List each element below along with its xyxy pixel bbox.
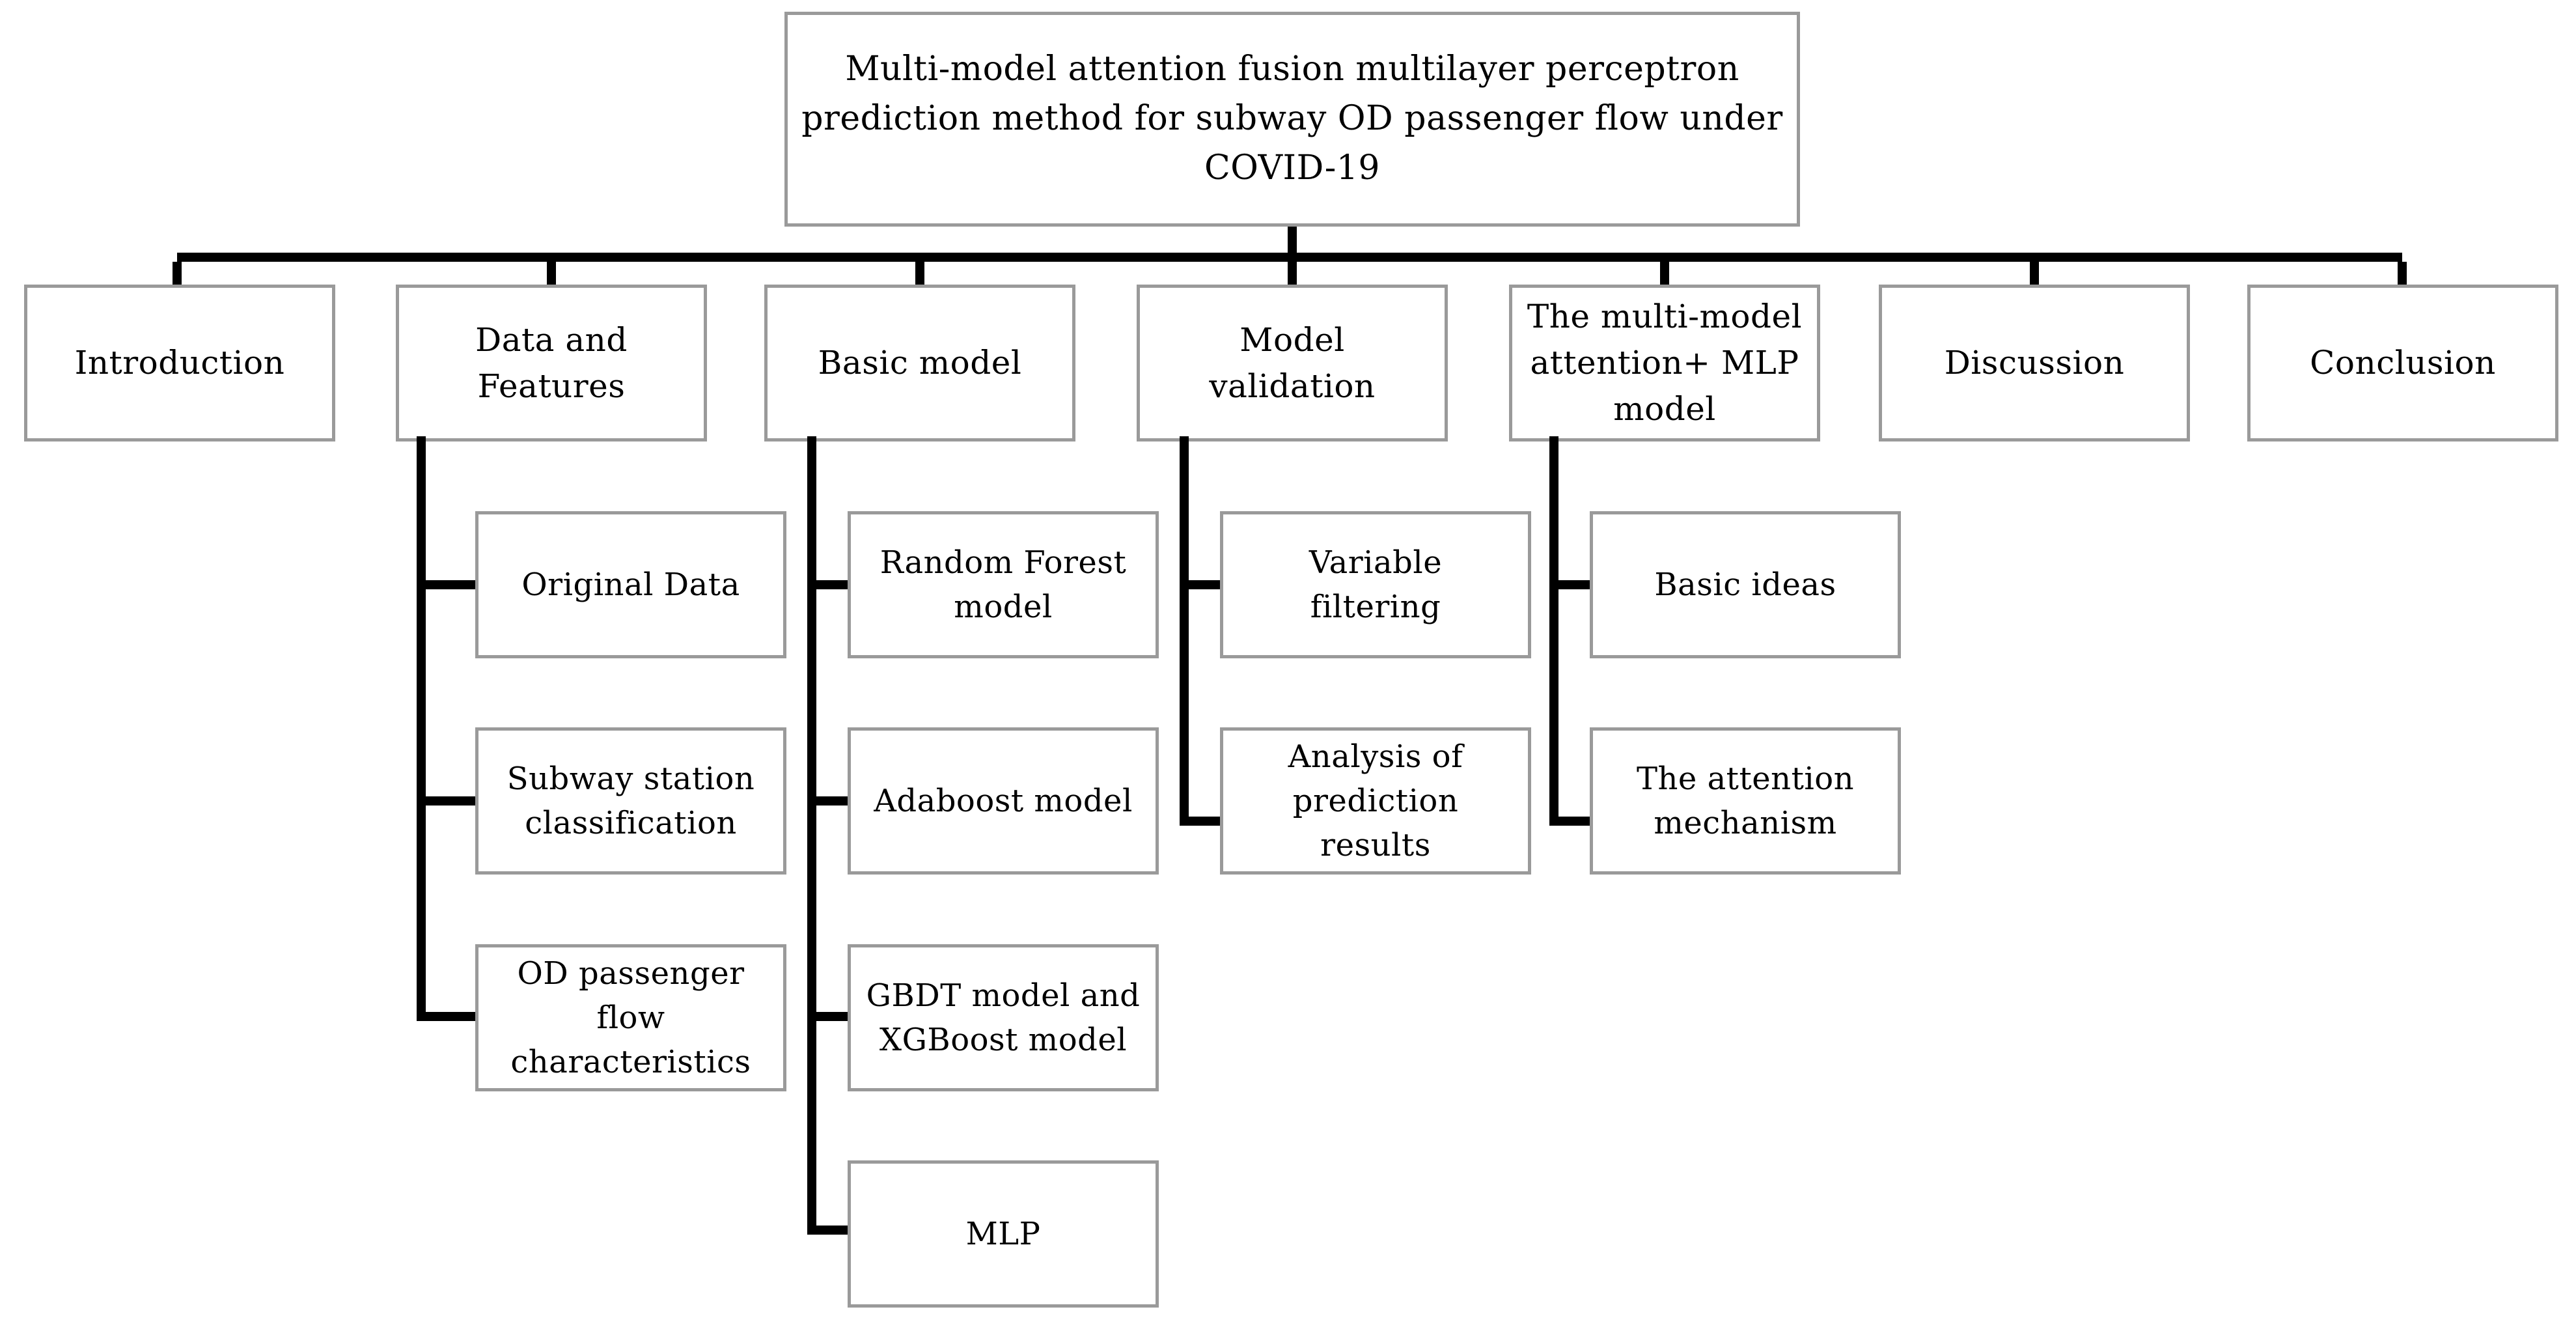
node-subsection-od-passenger-flow-characteristics: OD passenger flow characteristics	[475, 944, 786, 1091]
node-section-model-validation: Model validation	[1137, 285, 1448, 441]
connector-branch-subway-station-classification	[426, 796, 477, 806]
connector-trunk-model-validation	[1180, 436, 1189, 826]
node-subsection-mlp: MLP	[848, 1160, 1159, 1308]
connector-drop-introduction	[173, 262, 182, 285]
connector-branch-original-data	[426, 580, 477, 589]
connector-trunk-data-and-features	[417, 436, 426, 1021]
node-section-introduction: Introduction	[24, 285, 335, 441]
node-subsection-the-attention-mechanism: The attention mechanism	[1590, 727, 1901, 875]
connector-main-bus	[177, 253, 2402, 262]
node-subsection-gbdt-xgboost-model: GBDT model and XGBoost model	[848, 944, 1159, 1091]
node-subsection-basic-ideas: Basic ideas	[1590, 511, 1901, 658]
connector-drop-basic-model	[915, 262, 924, 285]
connector-drop-conclusion	[2398, 262, 2407, 285]
node-subsection-original-data: Original Data	[475, 511, 786, 658]
connector-branch-od-passenger-flow-characteristics	[426, 1012, 477, 1021]
node-subsection-subway-station-classification: Subway station classification	[475, 727, 786, 875]
node-section-conclusion: Conclusion	[2247, 285, 2558, 441]
node-section-multi-model-attention-mlp: The multi-model attention+ MLP model	[1509, 285, 1820, 441]
connector-drop-data-and-features	[547, 262, 556, 285]
connector-drop-multi-model-attention-mlp	[1660, 262, 1669, 285]
node-section-basic-model: Basic model	[764, 285, 1075, 441]
connector-trunk-multi-model-attention-mlp	[1549, 436, 1558, 826]
node-subsection-analysis-of-prediction-results: Analysis of prediction results	[1220, 727, 1531, 875]
node-subsection-variable-filtering: Variable filtering	[1220, 511, 1531, 658]
connector-drop-discussion	[2030, 262, 2039, 285]
node-section-discussion: Discussion	[1879, 285, 2190, 441]
node-subsection-random-forest-model: Random Forest model	[848, 511, 1159, 658]
connector-trunk-basic-model	[807, 436, 816, 1235]
flowchart-canvas: Multi-model attention fusion multilayer …	[0, 0, 2576, 1331]
node-subsection-adaboost-model: Adaboost model	[848, 727, 1159, 875]
connector-drop-model-validation	[1288, 262, 1297, 285]
node-section-data-and-features: Data and Features	[396, 285, 707, 441]
node-paper-title: Multi-model attention fusion multilayer …	[784, 12, 1800, 227]
